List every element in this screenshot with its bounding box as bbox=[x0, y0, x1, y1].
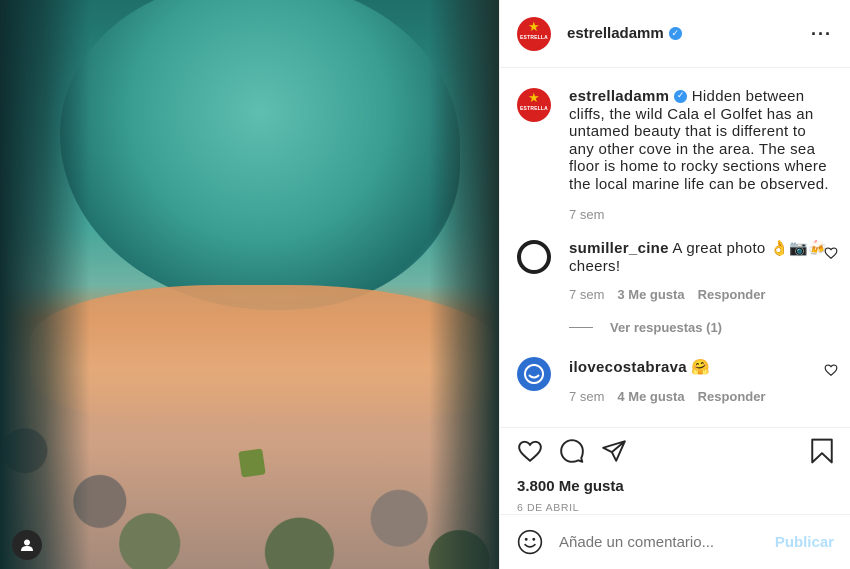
post-header: ★ ESTRELLA estrelladamm ✓ ··· bbox=[500, 0, 850, 68]
comment-text: 🤗 bbox=[691, 359, 711, 376]
caption-text-block: estrelladamm ✓ Hidden between cliffs, the… bbox=[569, 88, 833, 193]
like-heart-icon[interactable] bbox=[517, 438, 543, 464]
comment-input[interactable] bbox=[559, 533, 775, 551]
like-comment-heart-icon[interactable] bbox=[824, 246, 838, 260]
photo-cliff-right bbox=[429, 0, 499, 569]
caption: ★ ESTRELLA estrelladamm ✓ Hidden between … bbox=[500, 88, 850, 222]
post-side-panel: ★ ESTRELLA estrelladamm ✓ ··· ★ ESTRELLA … bbox=[499, 0, 850, 569]
emoji-icon[interactable] bbox=[517, 529, 543, 555]
view-replies-button[interactable]: Ver respuestas (1) bbox=[569, 320, 850, 335]
caption-author-avatar[interactable]: ★ ESTRELLA bbox=[517, 88, 551, 122]
post-actions: 3.800 Me gusta 6 DE ABRIL bbox=[500, 427, 850, 514]
comment-bubble-icon[interactable] bbox=[559, 438, 585, 464]
logo-text: ESTRELLA bbox=[520, 34, 548, 41]
comment-item: ilovecostabrava 🤗 7 sem 4 Me gusta Respo… bbox=[500, 357, 850, 404]
comment-likes[interactable]: 4 Me gusta bbox=[617, 389, 684, 404]
comment-time[interactable]: 7 sem bbox=[569, 389, 604, 404]
commenter-avatar[interactable] bbox=[517, 357, 551, 391]
verified-icon: ✓ bbox=[674, 89, 688, 103]
comment-item: sumiller_cine A great photo 👌📷🍻 cheers! … bbox=[500, 240, 850, 302]
comment-meta: 7 sem 3 Me gusta Responder bbox=[569, 287, 833, 302]
post-date[interactable]: 6 DE ABRIL bbox=[517, 502, 834, 514]
add-comment-bar: Publicar bbox=[500, 514, 850, 569]
comment-meta: 7 sem 4 Me gusta Responder bbox=[569, 389, 833, 404]
user-icon bbox=[21, 539, 33, 551]
photo-tent bbox=[238, 448, 266, 478]
author-name[interactable]: estrelladamm bbox=[567, 25, 664, 42]
caption-time[interactable]: 7 sem bbox=[569, 207, 604, 222]
photo-cliff-left bbox=[0, 0, 90, 569]
action-icons bbox=[517, 438, 834, 464]
share-paper-plane-icon[interactable] bbox=[601, 438, 627, 464]
caption-author[interactable]: estrelladamm bbox=[569, 88, 669, 105]
verified-icon: ✓ bbox=[668, 26, 682, 40]
like-comment-heart-icon[interactable] bbox=[824, 363, 838, 377]
star-icon: ★ bbox=[528, 18, 540, 34]
post-photo[interactable] bbox=[0, 0, 499, 569]
reply-button[interactable]: Responder bbox=[698, 389, 766, 404]
likes-count[interactable]: 3.800 Me gusta bbox=[517, 478, 834, 495]
save-bookmark-icon[interactable] bbox=[810, 438, 834, 464]
logo-text: ESTRELLA bbox=[520, 106, 548, 112]
author-avatar[interactable]: ★ ESTRELLA bbox=[517, 16, 551, 51]
author-username[interactable]: estrelladamm ✓ bbox=[567, 25, 682, 42]
publish-button[interactable]: Publicar bbox=[775, 534, 834, 551]
comment-time[interactable]: 7 sem bbox=[569, 287, 604, 302]
comment-author[interactable]: ilovecostabrava bbox=[569, 359, 687, 376]
comments-list: ★ ESTRELLA estrelladamm ✓ Hidden between … bbox=[500, 68, 850, 426]
smile-logo-icon bbox=[524, 364, 544, 384]
view-replies-label[interactable]: Ver respuestas (1) bbox=[610, 320, 722, 335]
reply-button[interactable]: Responder bbox=[698, 287, 766, 302]
comment-author[interactable]: sumiller_cine bbox=[569, 240, 669, 257]
caption-meta: 7 sem bbox=[569, 207, 833, 222]
more-options-icon[interactable]: ··· bbox=[811, 24, 832, 45]
comment-text-block: sumiller_cine A great photo 👌📷🍻 cheers! bbox=[569, 240, 833, 275]
commenter-avatar[interactable] bbox=[517, 240, 551, 274]
tagged-user-icon[interactable] bbox=[12, 530, 42, 560]
comment-text-block: ilovecostabrava 🤗 bbox=[569, 357, 833, 377]
photo-water bbox=[60, 0, 460, 310]
divider-line bbox=[569, 327, 593, 328]
star-icon: ★ bbox=[528, 90, 540, 105]
comment-likes[interactable]: 3 Me gusta bbox=[617, 287, 684, 302]
